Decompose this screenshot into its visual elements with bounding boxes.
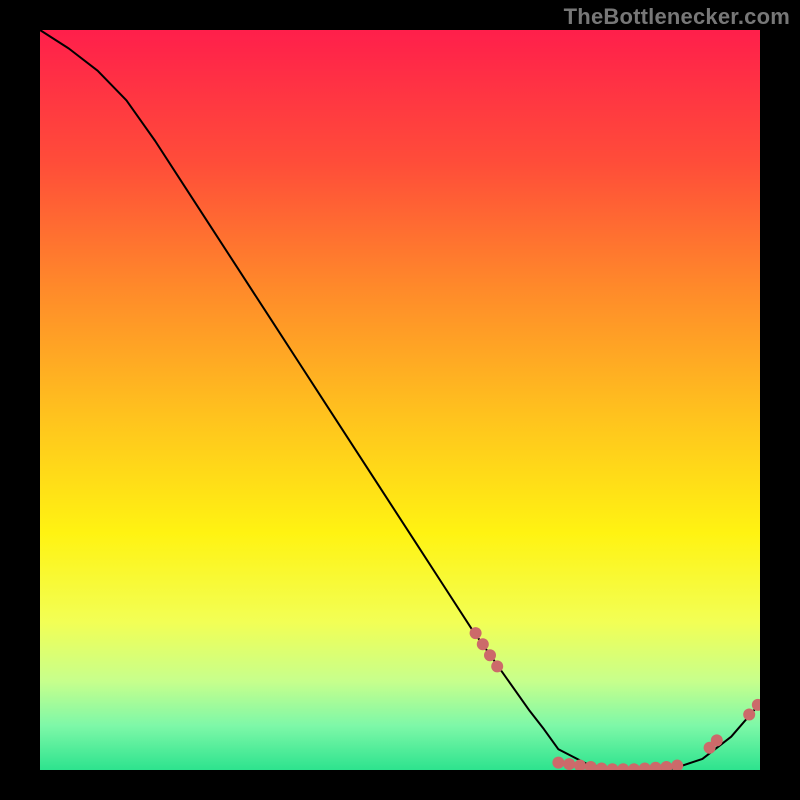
- plot-area: [40, 30, 760, 770]
- data-point: [711, 734, 723, 746]
- bottleneck-chart: [40, 30, 760, 770]
- gradient-background: [40, 30, 760, 770]
- chart-frame: TheBottlenecker.com: [0, 0, 800, 800]
- attribution-text: TheBottlenecker.com: [564, 4, 790, 30]
- data-point: [484, 649, 496, 661]
- data-point: [743, 709, 755, 721]
- data-point: [563, 758, 575, 770]
- data-point: [477, 638, 489, 650]
- data-point: [491, 660, 503, 672]
- data-point: [470, 627, 482, 639]
- data-point: [552, 757, 564, 769]
